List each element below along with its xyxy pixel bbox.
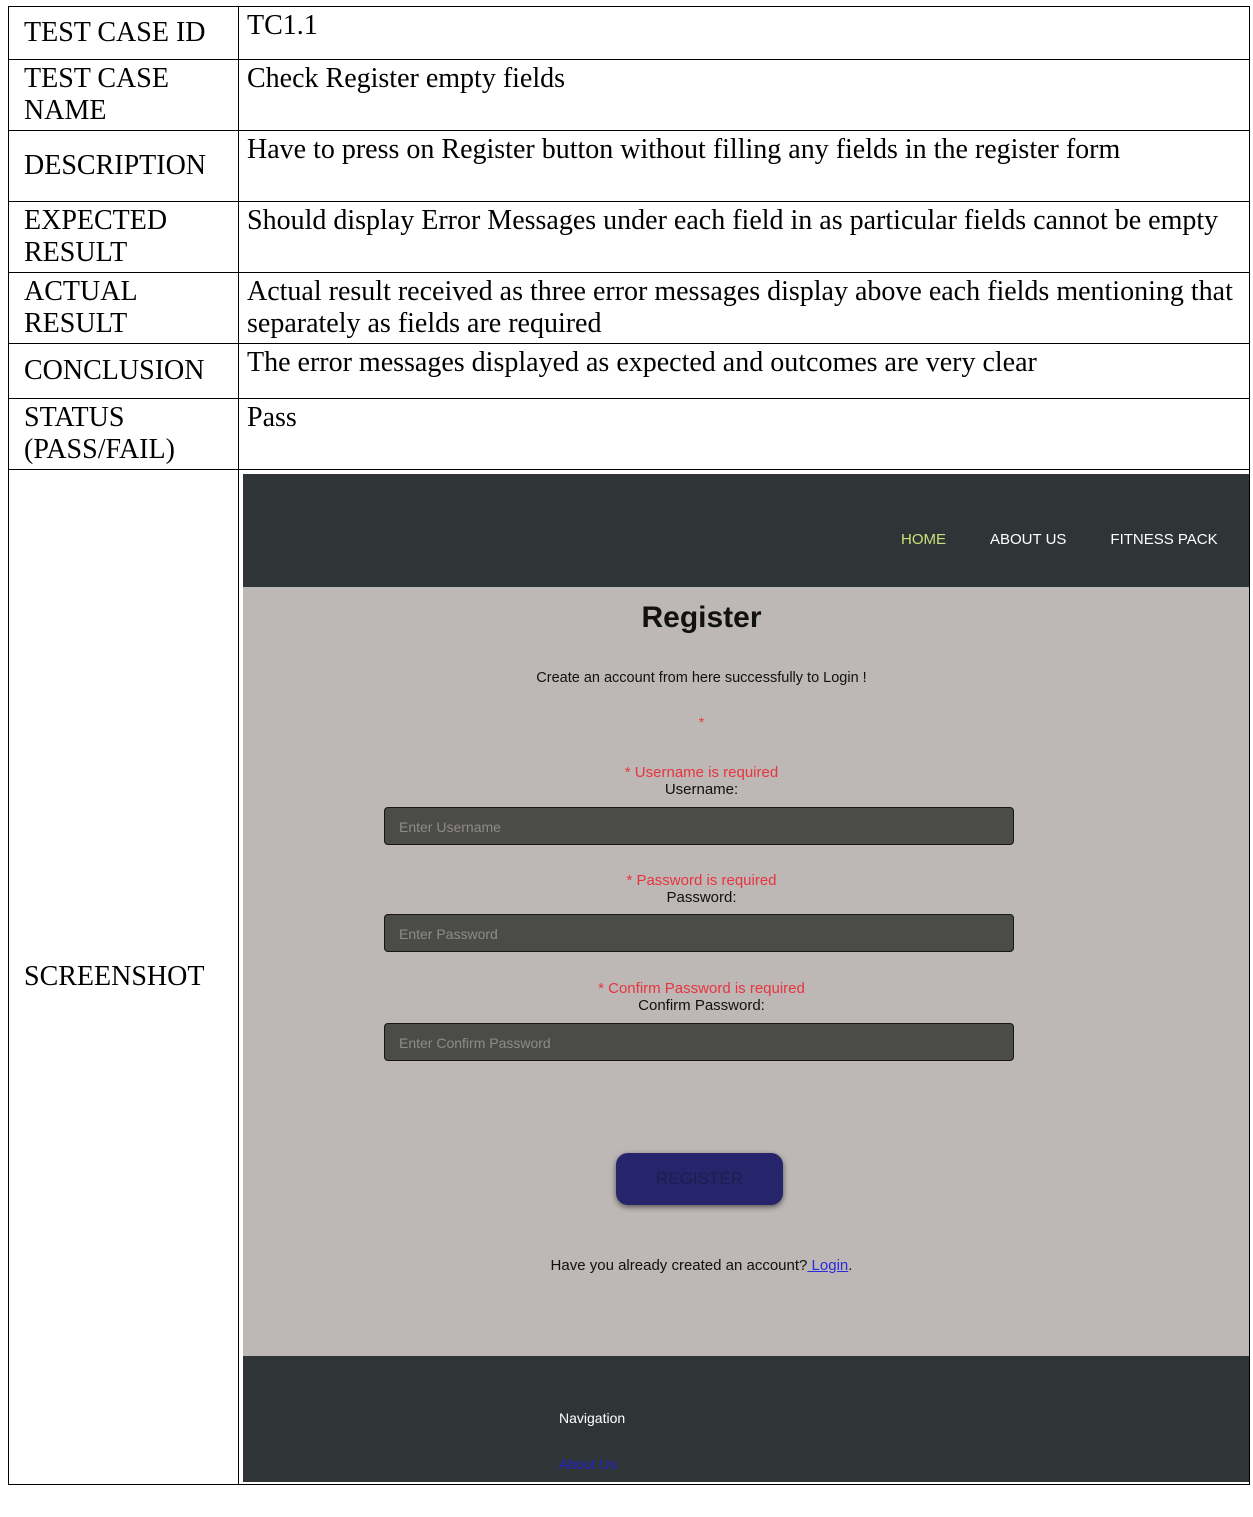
field-label: TEST CASE NAME xyxy=(8,59,239,131)
footer-link-fitness-packages[interactable]: Fitness Packages xyxy=(559,1472,670,1482)
required-star: * xyxy=(698,714,705,730)
field-value: Check Register empty fields xyxy=(238,59,1250,131)
screenshot-cell: HOME ABOUT US FITNESS PACK Register Create… xyxy=(238,469,1250,1485)
top-navbar: HOME ABOUT US FITNESS PACK xyxy=(243,474,1249,587)
nav-about-us[interactable]: ABOUT US xyxy=(990,524,1066,556)
field-label: EXPECTED RESULT xyxy=(8,201,239,273)
field-label: CONCLUSION xyxy=(8,343,239,399)
field-value: Have to press on Register button without… xyxy=(238,130,1250,202)
register-title: Register xyxy=(641,601,762,634)
nav-home[interactable]: HOME xyxy=(901,524,946,556)
register-page-screenshot: HOME ABOUT US FITNESS PACK Register Create… xyxy=(243,474,1249,1482)
username-input[interactable]: Enter Username xyxy=(384,807,1014,845)
field-label: STATUS (PASS/FAIL) xyxy=(8,398,239,470)
confirm-password-input[interactable]: Enter Confirm Password xyxy=(384,1023,1014,1061)
field-value: The error messages displayed as expected… xyxy=(238,343,1250,399)
already-account-line: Have you already created an account? Log… xyxy=(243,1250,1160,1282)
field-value: TC1.1 xyxy=(238,6,1250,60)
footer: Navigation About Us Fitness Packages xyxy=(243,1356,1249,1482)
username-label: Username: xyxy=(664,781,739,798)
test-case-table: TEST CASE ID TC1.1 TEST CASE NAME Check … xyxy=(8,6,1250,1485)
nav-fitness-packages[interactable]: FITNESS PACK xyxy=(1110,524,1217,556)
field-label: TEST CASE ID xyxy=(8,6,239,60)
already-account-text: Have you already created an account? xyxy=(550,1257,808,1274)
login-link[interactable]: Login xyxy=(807,1257,849,1274)
confirm-password-label: Confirm Password: xyxy=(638,997,765,1014)
password-label: Password: xyxy=(666,889,737,906)
register-button[interactable]: REGISTER xyxy=(616,1153,783,1205)
footer-navigation-heading: Navigation xyxy=(559,1410,626,1426)
field-label: DESCRIPTION xyxy=(8,130,239,202)
field-value: Actual result received as three error me… xyxy=(238,272,1250,344)
register-subtitle: Create an account from here successfully… xyxy=(536,670,867,686)
password-input[interactable]: Enter Password xyxy=(384,914,1014,952)
field-label: SCREENSHOT xyxy=(8,469,239,1485)
field-value: Pass xyxy=(238,398,1250,470)
field-label: ACTUAL RESULT xyxy=(8,272,239,344)
confirm-password-error: * Confirm Password is required xyxy=(598,980,805,997)
password-error: * Password is required xyxy=(626,872,777,889)
login-period: . xyxy=(848,1257,853,1274)
username-error: * Username is required xyxy=(624,764,779,781)
field-value: Should display Error Messages under each… xyxy=(238,201,1250,273)
